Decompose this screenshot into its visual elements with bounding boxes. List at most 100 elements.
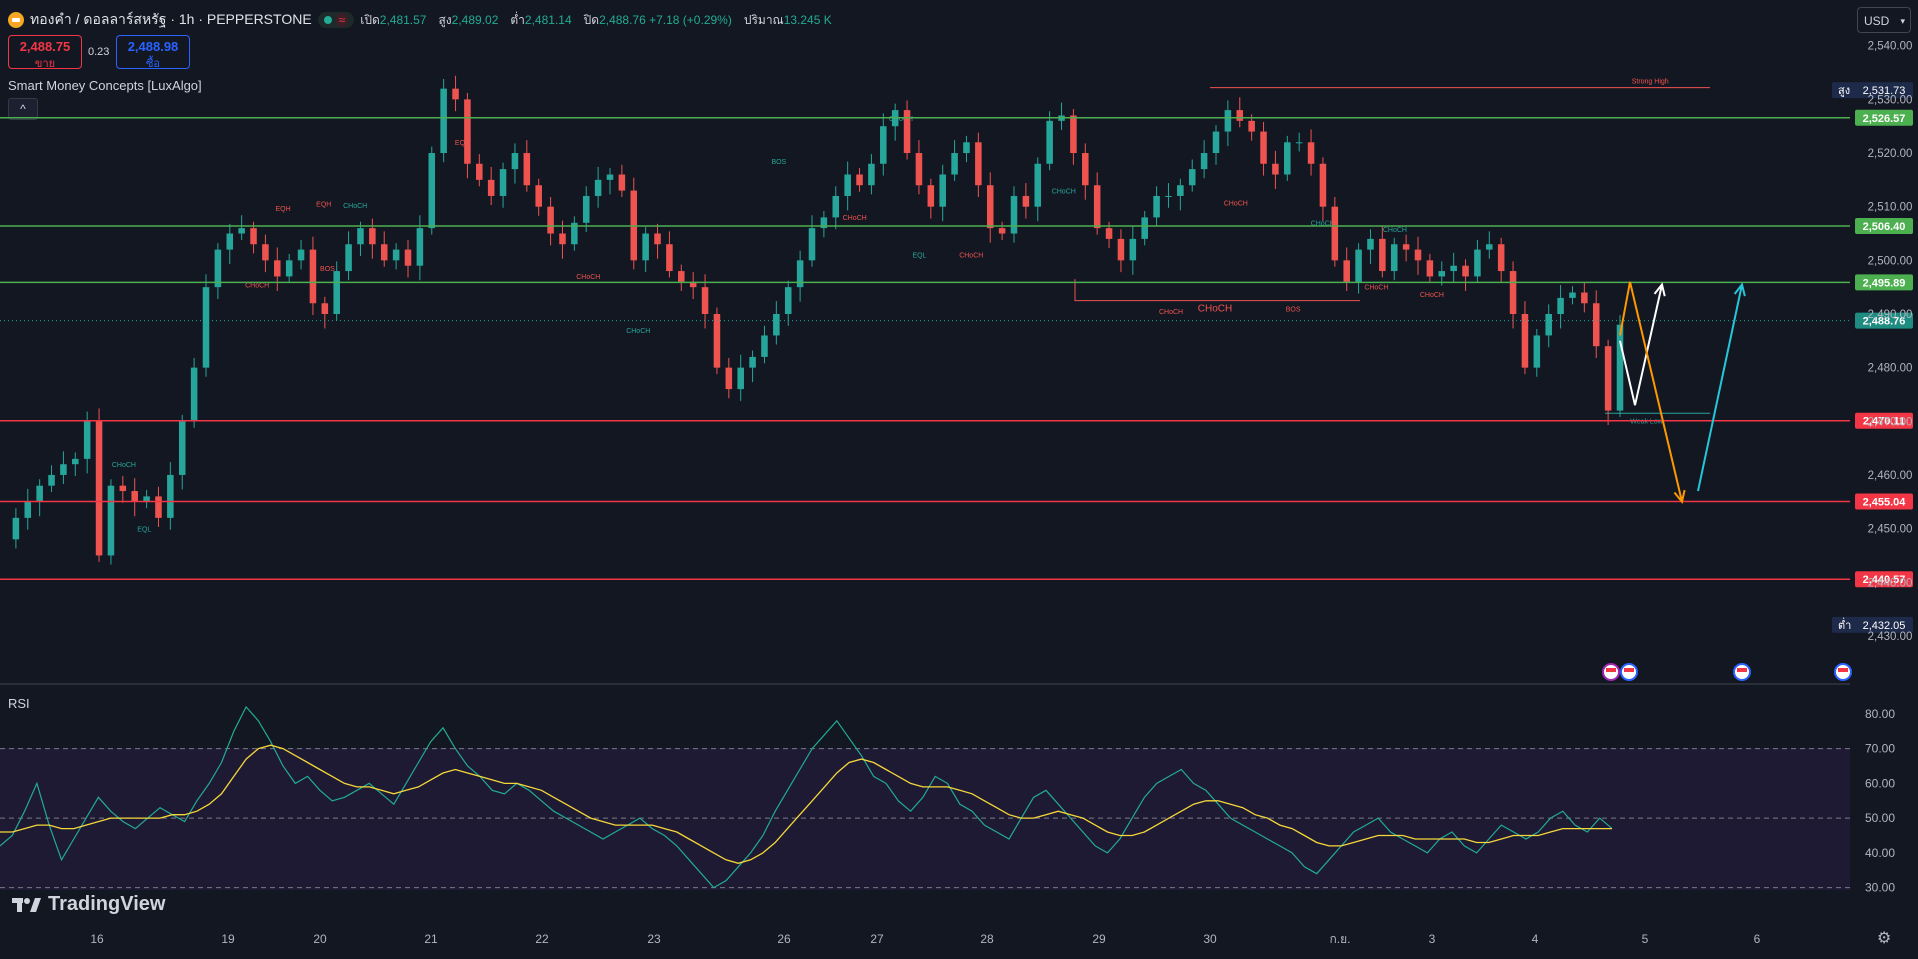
candle-body [107, 485, 115, 556]
candle-body [594, 179, 602, 196]
candle-body [1533, 335, 1541, 368]
candle-body [178, 421, 186, 475]
candle-body [1390, 244, 1398, 272]
candle-body [796, 260, 804, 288]
rsi-title: RSI [8, 696, 30, 711]
candle-body [654, 233, 661, 245]
candle-body [392, 249, 400, 261]
candle-body [832, 195, 840, 218]
candle-body [167, 474, 174, 518]
candle-body [1224, 110, 1232, 132]
candle-body [1557, 297, 1564, 314]
candle-body [856, 174, 863, 186]
candle-body [333, 271, 340, 314]
candle-body [1200, 153, 1208, 170]
candle-body [1497, 244, 1505, 272]
candle-body [559, 233, 566, 245]
smc-label: BOS [771, 159, 786, 166]
candle-body [951, 153, 958, 175]
candle-body [582, 195, 590, 223]
x-axis-label: 19 [221, 932, 235, 946]
candle-body [903, 110, 911, 154]
candle-body [452, 88, 459, 100]
candle-body [1545, 313, 1552, 336]
candle-body [1272, 163, 1279, 175]
price-chart[interactable]: CHoCHEQLEQHEQH CHoCHCHoCHBOSEQHCHoCHCHoCH… [0, 0, 1918, 959]
candle-body [1438, 271, 1446, 277]
candle-body [535, 185, 542, 207]
candle-body [1153, 195, 1160, 218]
candle-body [1010, 195, 1018, 234]
smc-label: CHoCH [1364, 284, 1388, 291]
tradingview-logo[interactable]: TradingView [12, 893, 165, 916]
candle-body [975, 142, 982, 186]
candle-body [737, 367, 744, 390]
candle-body [547, 206, 554, 234]
candle-body [1093, 185, 1101, 229]
level-price-label: 2,495.89 [1863, 277, 1906, 289]
candle-body [285, 260, 293, 277]
smc-label: Strong High [1632, 78, 1669, 85]
rsi-y-axis-tick: 40.00 [1865, 846, 1895, 860]
candle-body [1295, 142, 1303, 144]
candle-body [250, 228, 257, 245]
candle-body [1616, 324, 1624, 411]
y-axis-tick: 2,510.00 [1868, 202, 1913, 214]
smc-label: EQL [912, 253, 926, 260]
candle-body [1581, 292, 1588, 304]
candle-body [523, 153, 531, 186]
candle-body [274, 260, 281, 277]
low-marker-tag-label: ต่ำ [1838, 617, 1851, 632]
x-axis-label: 27 [870, 932, 884, 946]
candle-body [1105, 228, 1113, 239]
candle-body [844, 174, 851, 196]
rsi-y-axis-tick: 50.00 [1865, 811, 1895, 825]
candle-body [618, 174, 626, 191]
candle-body [701, 287, 709, 314]
candle-body [1604, 346, 1612, 411]
candle-body [963, 142, 970, 154]
rsi-y-axis-tick: 60.00 [1865, 776, 1895, 790]
candle-body [262, 244, 269, 261]
candle-body [1331, 206, 1339, 261]
candle-body [1462, 265, 1469, 277]
settings-icon[interactable]: ⚙ [1877, 928, 1891, 948]
candle-body [1236, 110, 1244, 121]
candle-body [369, 228, 376, 245]
candle-body [380, 244, 388, 261]
smc-label: Weak Low [1630, 418, 1663, 425]
candle-body [1248, 120, 1255, 132]
candle-body [404, 249, 412, 266]
candle-body [1402, 244, 1410, 250]
smc-label: CHoCH [112, 462, 136, 469]
candle-body [808, 228, 816, 261]
x-axis-label: 5 [1642, 932, 1649, 946]
y-axis-tick: 2,470.00 [1868, 416, 1913, 428]
level-price-label: 2,526.57 [1863, 113, 1906, 125]
candle-body [1212, 131, 1220, 154]
smc-label: CHoCH [1420, 292, 1444, 299]
candle-body [72, 458, 79, 465]
candle-body [749, 356, 756, 368]
candle-body [416, 228, 424, 266]
candle-body [880, 126, 887, 164]
candle-body [214, 249, 222, 288]
candle-body [1070, 115, 1077, 154]
candle-body [678, 271, 685, 282]
x-axis-label: ก.ย. [1330, 932, 1351, 946]
candle-body [12, 517, 20, 540]
candle-body [1509, 271, 1517, 314]
x-axis-label: 28 [980, 932, 994, 946]
candle-body [202, 287, 210, 368]
x-axis-label: 3 [1429, 932, 1436, 946]
candle-body [226, 233, 234, 250]
candle-body [1307, 142, 1315, 164]
candle-body [131, 491, 138, 502]
level-price-label: 2,455.04 [1863, 497, 1907, 509]
candle-body [1592, 303, 1600, 347]
candle-body [1569, 292, 1576, 298]
candle-body [986, 185, 994, 229]
candle-body [345, 244, 352, 272]
y-axis-tick: 2,440.00 [1868, 577, 1913, 589]
x-axis-label: 16 [90, 932, 104, 946]
